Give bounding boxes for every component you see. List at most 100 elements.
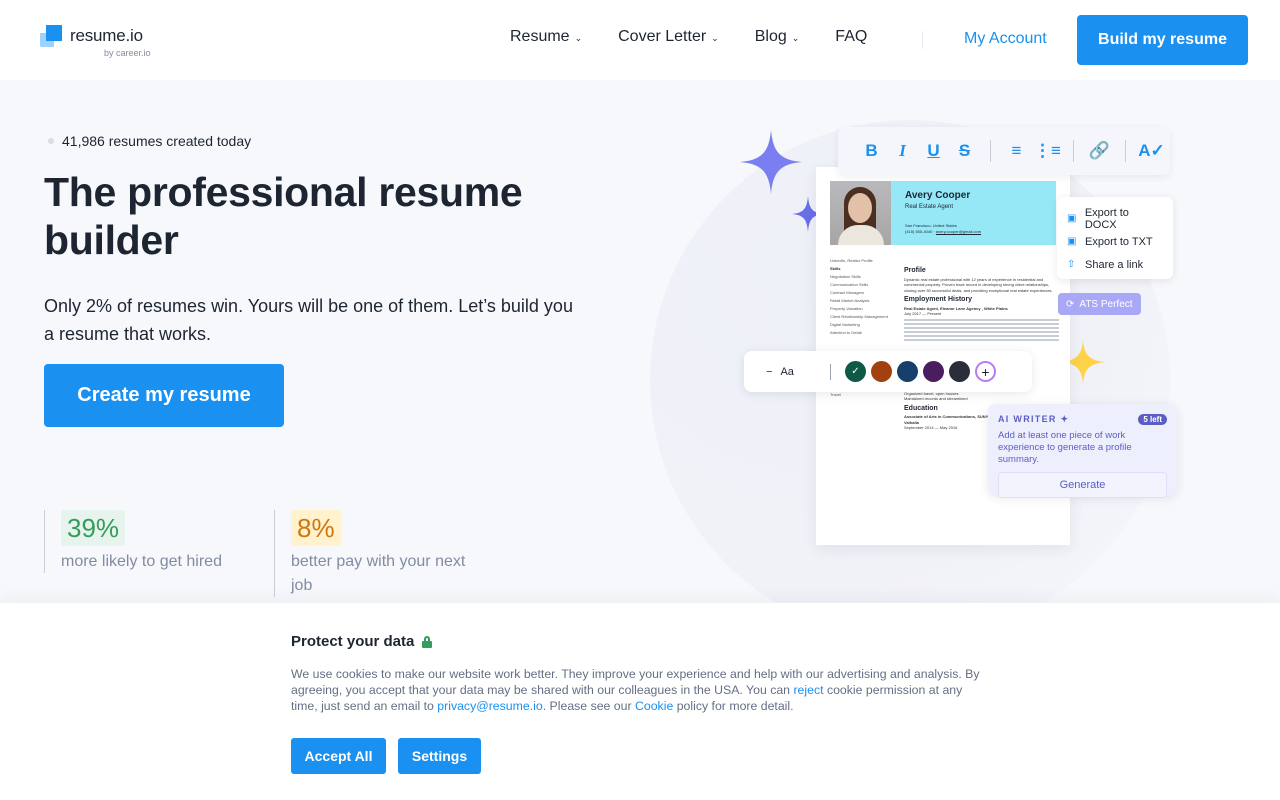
cookie-title: Protect your data (291, 633, 433, 650)
lock-icon (422, 635, 433, 648)
logo-text: resume.io (70, 26, 143, 45)
controls-divider (830, 363, 831, 380)
resume-skill: Retail Market Analysis (830, 298, 870, 303)
build-resume-button[interactable]: Build my resume (1077, 15, 1248, 65)
export-docx[interactable]: ▣ Export to DOCX (1067, 206, 1163, 231)
resume-skills-heading: Skills (830, 266, 841, 271)
nav-cover-letter[interactable]: Cover Letter ⌄ (618, 28, 719, 46)
resume-skill: Client Relationship Management (830, 314, 888, 319)
generate-button[interactable]: Generate (998, 472, 1167, 498)
toolbar-divider (1073, 140, 1074, 162)
underline-icon[interactable]: U (918, 141, 949, 161)
nav-blog[interactable]: Blog ⌄ (755, 28, 800, 46)
sparkle-icon (740, 130, 802, 194)
export-menu: ▣ Export to DOCX ▣ Export to TXT ⇧ Share… (1057, 197, 1173, 279)
hero-title: The professional resume builder (44, 169, 523, 263)
ai-credits-badge: 5 left (1138, 414, 1167, 425)
ai-writer-title-text: AI WRITER (998, 414, 1057, 424)
resume-phone: (415) 555-4040 (905, 229, 933, 234)
live-dot-icon (48, 138, 54, 144)
design-controls: − Aa ✓ + (744, 351, 1032, 392)
numbered-list-icon[interactable]: ≡ (1001, 141, 1032, 161)
resume-name: Avery Cooper (905, 190, 971, 201)
resume-photo (830, 181, 891, 245)
hero-subtitle: Only 2% of resumes win. Yours will be on… (44, 296, 573, 344)
cookie-settings-button[interactable]: Settings (398, 738, 481, 774)
ai-writer-title: AI WRITER ✦ (998, 414, 1069, 425)
export-txt-label: Export to TXT (1085, 235, 1153, 248)
accept-all-button[interactable]: Accept All (291, 738, 386, 774)
ats-badge: ⟳ ATS Perfect (1058, 293, 1141, 315)
main-nav: Resume ⌄ Cover Letter ⌄ Blog ⌄ FAQ (510, 28, 903, 46)
chevron-down-icon: ⌄ (574, 32, 583, 43)
share-icon: ⇧ (1067, 259, 1076, 270)
resume-profile-text: Dynamic real estate professional with 12… (904, 276, 1053, 293)
italic-icon[interactable]: I (887, 141, 918, 161)
strikethrough-icon[interactable]: S (949, 141, 980, 161)
stat-pay: 8% better pay with your next job (274, 510, 484, 597)
nav-divider (922, 31, 923, 49)
nav-blog-label: Blog (754, 28, 787, 45)
color-swatch-green[interactable]: ✓ (845, 361, 866, 382)
bold-icon[interactable]: B (856, 141, 887, 161)
bullet-list-icon[interactable]: ⋮≡ (1032, 141, 1063, 161)
color-swatch-purple[interactable] (923, 361, 944, 382)
share-link[interactable]: ⇧ Share a link (1067, 253, 1163, 276)
ats-label: ATS Perfect (1079, 298, 1133, 310)
resume-bullet: Maintained records and streamlined (904, 396, 968, 401)
color-swatch-charcoal[interactable] (949, 361, 970, 382)
reject-link[interactable]: reject (793, 683, 823, 697)
stat-label: more likely to get hired (61, 553, 222, 570)
cookie-title-text: Protect your data (291, 633, 415, 650)
chevron-down-icon: ⌄ (791, 32, 800, 43)
chevron-down-icon: ⌄ (711, 32, 719, 43)
document-icon: ▣ (1067, 213, 1077, 224)
color-swatch-navy[interactable] (897, 361, 918, 382)
resume-links: LinkedIn, Realtor Profile (830, 258, 873, 263)
resume-skill: Digital Marketing (830, 322, 860, 327)
export-docx-label: Export to DOCX (1084, 206, 1129, 231)
stat-hired: 39% more likely to get hired (44, 510, 264, 573)
nav-faq[interactable]: FAQ (835, 28, 867, 46)
toolbar-divider (1125, 140, 1126, 162)
minus-icon[interactable]: − (766, 366, 772, 378)
logo-icon (40, 25, 64, 49)
spellcheck-icon[interactable]: A✓ (1136, 141, 1167, 161)
export-txt[interactable]: ▣ Export to TXT (1067, 230, 1163, 253)
cookie-policy-link[interactable]: Cookie (635, 699, 673, 713)
nav-faq-label: FAQ (835, 28, 868, 45)
site-header: resume.io by career.io Resume ⌄ Cover Le… (0, 0, 1280, 80)
ai-writer-card: AI WRITER ✦ 5 left Add at least one piec… (988, 404, 1177, 498)
resume-skill: Attention to Detail (830, 330, 862, 335)
format-toolbar: B I U S ≡ ⋮≡ 🔗 A✓ (838, 127, 1170, 175)
font-size-control[interactable]: − Aa (766, 366, 830, 378)
my-account-link[interactable]: My Account (964, 30, 1047, 48)
color-swatch-rust[interactable] (871, 361, 892, 382)
resume-contact: San Francisco, United States (415) 555-4… (905, 223, 982, 234)
add-color-button[interactable]: + (975, 361, 996, 382)
font-label: Aa (780, 365, 794, 378)
cookie-text-part: . Please see our (542, 699, 635, 713)
resume-profile-heading: Profile (904, 267, 926, 274)
resume-job-dates: July 2017 — Present (904, 311, 942, 316)
logo[interactable]: resume.io by career.io (40, 25, 151, 58)
share-link-label: Share a link (1085, 258, 1144, 271)
create-resume-button[interactable]: Create my resume (44, 364, 284, 427)
link-icon[interactable]: 🔗 (1084, 141, 1115, 161)
resume-skill: Negotiation Skills (830, 274, 861, 279)
cookie-banner: Protect your data We use cookies to make… (0, 603, 1280, 800)
stat-value: 8% (291, 510, 341, 546)
resume-counter: 41,986 resumes created today (48, 133, 251, 149)
nav-resume[interactable]: Resume ⌄ (510, 28, 582, 46)
ai-writer-text: Add at least one piece of work experienc… (998, 430, 1132, 465)
privacy-email-link[interactable]: privacy@resume.io (437, 699, 542, 713)
resume-skill: Contract Managem (830, 290, 865, 295)
counter-text: 41,986 resumes created today (62, 133, 252, 149)
cookie-text: We use cookies to make our website work … (291, 666, 981, 714)
resume-skill: Communication Skills (830, 282, 869, 287)
nav-resume-label: Resume (510, 28, 570, 45)
stat-value: 39% (61, 510, 126, 546)
resume-header: Avery Cooper Real Estate Agent San Franc… (830, 181, 1056, 245)
logo-subtext: by career.io (104, 48, 151, 58)
text-file-icon: ▣ (1067, 236, 1077, 247)
